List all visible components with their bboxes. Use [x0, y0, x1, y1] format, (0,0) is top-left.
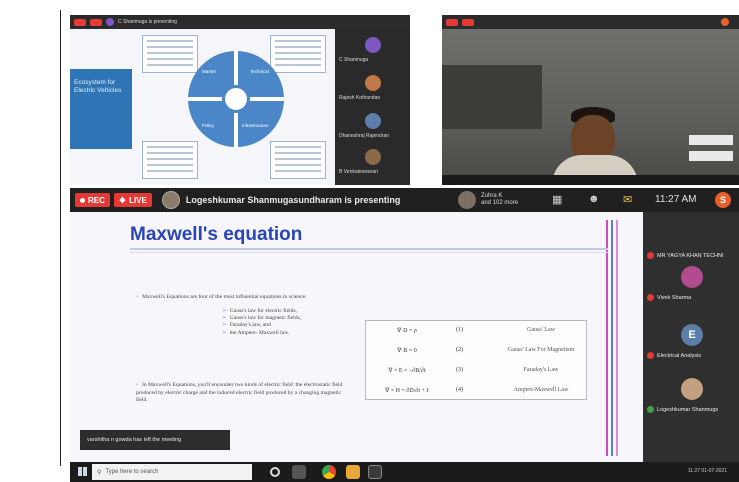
quadrant-label: Technical [250, 69, 269, 74]
windows-start-icon[interactable] [78, 467, 87, 476]
mic-muted-icon [647, 352, 654, 359]
field-paragraph: ▫ In Maxwell's Equations, you'll encounte… [136, 382, 343, 403]
presenter-avatar [161, 191, 180, 209]
slide-note-box [142, 141, 198, 179]
slide-decor-line [616, 220, 618, 456]
participants-panel: MR YAGYA KHAN TECHNI Vivek Sharma E Elec… [643, 212, 739, 462]
participant-name: Logeshkumar Shanmugs [657, 406, 719, 413]
slide-title: Maxwell's equation [130, 224, 303, 245]
ecosystem-center-ring [222, 85, 250, 113]
viewer-count: and 102 more [481, 200, 519, 206]
left-meeting-toast: varshitha n gowda has left the meeting [80, 430, 230, 450]
webcam-notification [689, 135, 733, 145]
live-badge[interactable]: ❖ LIVE [113, 193, 152, 207]
equation-row: ∇·B = 0 (2) Gauss' Law For Magnetism [397, 347, 575, 354]
grid-view-icon[interactable]: ▦ [552, 193, 562, 206]
title-underline [130, 252, 608, 253]
avatar [458, 191, 476, 209]
rec-badge[interactable]: REC [75, 193, 110, 207]
title-underline [130, 248, 608, 250]
quadrant-label: Policy [202, 123, 215, 128]
law-item: the Ampere- Maxwell law. [222, 330, 301, 337]
viewer-name: Zuhra K [481, 193, 503, 199]
thumb-presenter-text: C Shanmuga is presenting [118, 19, 177, 25]
mic-muted-icon [647, 294, 654, 301]
avatar: E [681, 324, 703, 346]
thumb-rec-badge [74, 18, 86, 26]
live-icon: ❖ [118, 195, 127, 205]
search-icon: ⚲ [97, 469, 102, 476]
chrome-icon[interactable] [322, 465, 336, 479]
thumb-participant-name: Rajesh Kothandan [339, 95, 381, 101]
thumb-presenter-avatar [106, 18, 114, 26]
thumb-participant-name: C Shanmuga [339, 57, 369, 63]
folder-icon[interactable] [346, 465, 360, 479]
mic-muted-icon [647, 252, 654, 259]
participant-tile[interactable]: MR YAGYA KHAN TECHNI [643, 222, 739, 268]
meeting-top-bar: REC ❖ LIVE Logeshkumar Shanmugasundharam … [70, 188, 739, 212]
quadrant-label: Infrastructure [242, 123, 269, 128]
equation-row: ∇ × H = ∂D/∂t + J (4) Ampere-Maxwell Law [385, 387, 569, 394]
equation-row: ∇·D = ρ (1) Gauss' Law [397, 327, 555, 334]
intro-paragraph: ▫ Maxwell's Equations are four of the mos… [136, 294, 307, 300]
webcam-thumbnail[interactable] [442, 15, 739, 185]
presenter-text: Logeshkumar Shanmugasundharam is present… [185, 195, 401, 205]
participant-tile[interactable]: Vivek Sharma [643, 264, 739, 310]
file-explorer-icon[interactable] [292, 465, 306, 479]
slide-note-box [142, 35, 198, 73]
law-item: Gauss's law for magnetic fields, [222, 315, 301, 322]
thumb-participants-panel: C Shanmuga Rajesh Kothandan Dhaneshraj R… [335, 29, 410, 185]
chat-icon[interactable]: ✉ [623, 193, 632, 206]
taskbar-search-input[interactable]: ⚲ Type here to search [92, 464, 252, 480]
participant-name: Electrical Analysis [657, 352, 702, 359]
ecosystem-title-box: Ecosystem for Electric Vehicles [70, 69, 132, 149]
slide-decor-line [611, 220, 613, 456]
system-tray: 11:27 01-07-2021 [688, 468, 727, 474]
slide-decor-line [606, 220, 608, 456]
participant-name: Vivek Sharma [657, 294, 692, 301]
quadrant-label: Market [202, 69, 216, 74]
participant-name: MR YAGYA KHAN TECHNI [657, 252, 724, 259]
participant-tile[interactable]: Logeshkumar Shanmugs [643, 376, 739, 422]
webcam-notification [689, 151, 733, 161]
thumb-participant-name: B Venkateswaran [339, 169, 378, 175]
equations-table: ∇·D = ρ (1) Gauss' Law ∇·B = 0 (2) Gauss' La… [365, 320, 587, 400]
participants-summary[interactable]: Zuhra K and 102 more [458, 191, 518, 209]
ecosystem-slide: Ecosystem for Electric Vehicles Market T… [70, 29, 335, 185]
tray-date: 01-07-2021 [701, 468, 727, 474]
maxwell-slide: Maxwell's equation ▫ Maxwell's Equations … [70, 212, 643, 462]
slide-note-box [270, 35, 326, 73]
slide-note-box [270, 141, 326, 179]
avatar [365, 149, 381, 165]
windows-taskbar: ⚲ Type here to search 11:27 01-07-2021 [70, 462, 739, 482]
meeting-clock: 11:27 AM [655, 194, 697, 205]
thumb-top-bar: C Shanmuga is presenting [70, 15, 410, 29]
thumb-participant-name: Dhaneshraj Rajendran [339, 133, 390, 139]
avatar [681, 266, 703, 288]
law-item: Faraday's law, and [222, 322, 301, 329]
laws-list: Gauss's law for electric fields, Gauss's… [222, 308, 301, 337]
thumb-live-badge [90, 18, 102, 26]
tray-time: 11:27 [687, 468, 701, 474]
shared-screen-thumbnail[interactable]: C Shanmuga is presenting Ecosystem for E… [70, 15, 410, 185]
participant-tile[interactable]: E Electrical Analysis [643, 322, 739, 368]
meeting-app-icon[interactable] [368, 465, 382, 479]
user-avatar[interactable]: S [715, 192, 731, 208]
avatar [681, 378, 703, 400]
people-icon[interactable]: ☻ [588, 193, 600, 205]
search-placeholder: Type here to search [105, 469, 159, 475]
equation-row: ∇ × E = −∂B/∂t (3) Faraday's Law [388, 367, 559, 374]
avatar [365, 37, 381, 53]
webcam-top-bar [442, 15, 739, 29]
avatar [365, 113, 381, 129]
task-view-icon[interactable] [270, 467, 280, 477]
avatar [365, 75, 381, 91]
webcam-taskbar [442, 175, 739, 185]
mic-active-icon [647, 406, 654, 413]
